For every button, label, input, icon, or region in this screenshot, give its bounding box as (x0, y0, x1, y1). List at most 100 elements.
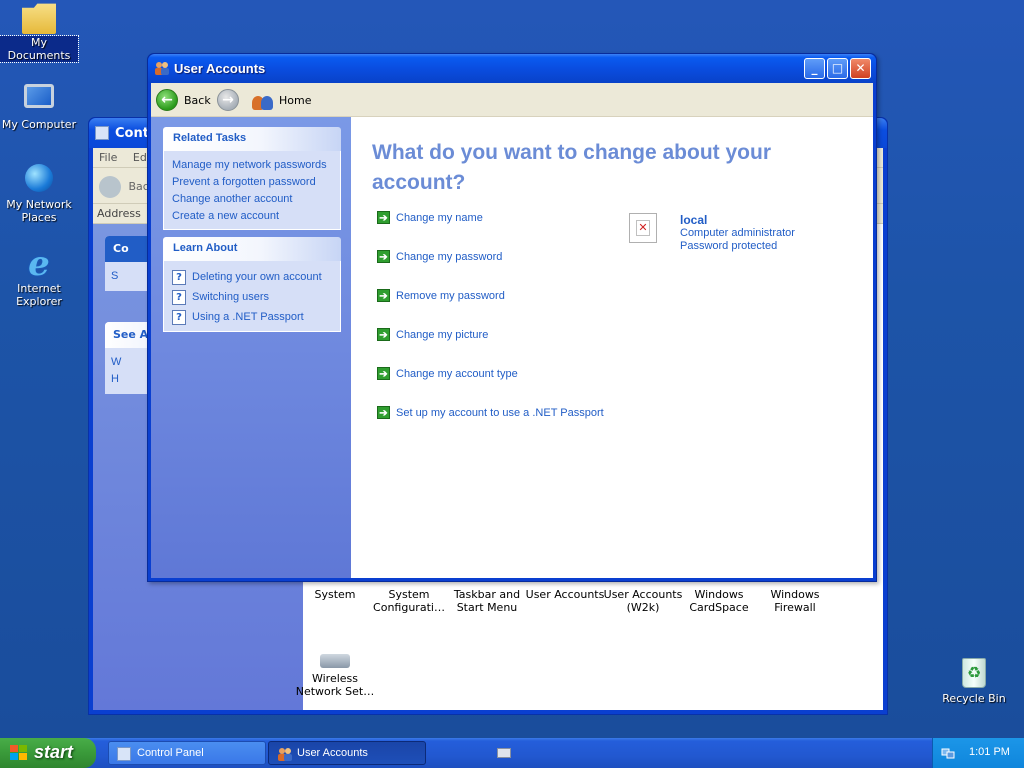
desktop-icon-internet-explorer[interactable]: e Internet Explorer (0, 244, 78, 308)
green-arrow-icon: ➔ (377, 211, 390, 224)
green-arrow-icon: ➔ (377, 289, 390, 302)
cp-item-label: User Accounts (W2k) (603, 588, 683, 614)
cp-item-firewall[interactable]: Windows Firewall (755, 588, 835, 614)
learn-deleting-account[interactable]: ? Deleting your own account (172, 267, 332, 287)
home-users-icon (252, 90, 274, 110)
recycle-bin-icon: ♻ (957, 658, 991, 690)
minimize-button[interactable]: _ (804, 58, 825, 79)
account-picture: ✕ (629, 213, 657, 243)
desktop-icon-my-documents[interactable]: My Documents (0, 2, 79, 63)
action-remove-password[interactable]: ➔ Remove my password (377, 289, 505, 302)
action-label: Change my name (396, 211, 483, 224)
network-globe-icon (22, 164, 56, 196)
cp-item-user-accounts[interactable]: User Accounts (525, 588, 605, 601)
task-change-another-account[interactable]: Change another account (172, 191, 332, 208)
folder-icon (22, 3, 56, 34)
taskbar-button-label: User Accounts (297, 747, 368, 759)
user-accounts-window[interactable]: User Accounts _ □ ✕ ← Back → Home Relate… (147, 53, 877, 582)
cp-item-system-configuration[interactable]: System Configurati… (369, 588, 449, 614)
task-prevent-forgotten-password[interactable]: Prevent a forgotten password (172, 174, 332, 191)
user-accounts-main: What do you want to change about your ac… (351, 117, 873, 578)
desktop-icon-my-computer[interactable]: My Computer (0, 84, 78, 131)
user-accounts-titlebar[interactable]: User Accounts _ □ ✕ (148, 54, 876, 83)
user-accounts-toolbar: ← Back → Home (151, 83, 873, 117)
cp-item-system[interactable]: System (295, 588, 375, 601)
desktop-icon-my-network-places[interactable]: My Network Places (0, 164, 78, 224)
task-sidebar: Related Tasks Manage my network password… (151, 117, 351, 578)
desktop-icon-recycle-bin[interactable]: ♻ Recycle Bin (935, 658, 1013, 705)
task-manage-network-passwords[interactable]: Manage my network passwords (172, 157, 332, 174)
cp-item-taskbar[interactable]: Taskbar and Start Menu (447, 588, 527, 614)
desktop-icon-label: My Network Places (6, 198, 72, 224)
forward-button[interactable]: → (217, 88, 245, 112)
taskbar: start Control Panel User Accounts 1:01 P… (0, 738, 1024, 768)
home-label: Home (279, 93, 312, 107)
action-setup-net-passport[interactable]: ➔ Set up my account to use a .NET Passpo… (377, 406, 604, 419)
learn-item-label: Deleting your own account (192, 270, 322, 283)
desktop-icon-label: My Documents (0, 35, 79, 63)
account-type: Computer administrator (680, 227, 795, 239)
action-change-picture[interactable]: ➔ Change my picture (377, 328, 488, 341)
control-panel-icon (117, 747, 131, 761)
desktop-icon-label: My Computer (1, 118, 77, 131)
learn-switching-users[interactable]: ? Switching users (172, 287, 332, 307)
desktop-icon-label: Recycle Bin (942, 692, 1006, 705)
user-accounts-icon (277, 747, 292, 761)
control-panel-items: System System Configurati… Taskbar and S… (296, 588, 883, 710)
help-icon: ? (172, 269, 186, 285)
cp-item-wireless-network[interactable]: Wireless Network Set… (295, 644, 375, 698)
broken-image-icon: ✕ (636, 220, 650, 236)
action-label: Change my account type (396, 367, 518, 380)
help-icon: ? (172, 289, 186, 305)
account-card: ✕ local Computer administrator Password … (629, 213, 829, 263)
related-tasks-body: Manage my network passwords Prevent a fo… (163, 151, 341, 230)
keyboard-icon[interactable] (497, 748, 511, 758)
taskbar-button-user-accounts[interactable]: User Accounts (268, 741, 426, 765)
page-title: What do you want to change about your ac… (372, 141, 771, 194)
close-button[interactable]: ✕ (850, 58, 871, 79)
back-arrow-icon[interactable] (99, 176, 121, 198)
control-panel-back-label[interactable]: Bac (129, 180, 149, 193)
menu-edit[interactable]: Ed (133, 151, 147, 164)
network-tray-icon[interactable] (941, 746, 955, 760)
green-arrow-icon: ➔ (377, 406, 390, 419)
internet-explorer-icon: e (28, 244, 50, 284)
taskbar-button-label: Control Panel (137, 747, 204, 759)
user-accounts-icon (154, 61, 170, 75)
home-button[interactable]: Home (252, 88, 311, 112)
system-tray: 1:01 PM (932, 738, 1024, 768)
cp-item-cardspace[interactable]: Windows CardSpace (679, 588, 759, 614)
back-button[interactable]: ← Back (156, 88, 211, 112)
cp-item-label: Windows Firewall (770, 588, 820, 614)
action-label: Change my password (396, 250, 503, 263)
learn-net-passport[interactable]: ? Using a .NET Passport (172, 307, 332, 327)
menu-file[interactable]: File (99, 151, 117, 164)
cp-item-user-accounts-w2k[interactable]: User Accounts (W2k) (603, 588, 683, 614)
action-label: Remove my password (396, 289, 505, 302)
taskbar-button-control-panel[interactable]: Control Panel (108, 741, 266, 765)
start-label: start (34, 742, 74, 762)
related-tasks-heading: Related Tasks (163, 127, 341, 151)
start-button[interactable]: start (0, 738, 96, 768)
cp-item-label: Taskbar and Start Menu (453, 588, 521, 614)
cp-item-label: Windows CardSpace (689, 588, 749, 614)
control-panel-icon (95, 126, 109, 140)
green-arrow-icon: ➔ (377, 367, 390, 380)
user-accounts-body: ← Back → Home Related Tasks Manage my ne… (151, 83, 873, 578)
task-create-new-account[interactable]: Create a new account (172, 208, 332, 225)
help-icon: ? (172, 309, 186, 325)
action-change-password[interactable]: ➔ Change my password (377, 250, 502, 263)
address-label: Address (97, 207, 141, 220)
action-change-name[interactable]: ➔ Change my name (377, 211, 483, 224)
action-change-account-type[interactable]: ➔ Change my account type (377, 367, 518, 380)
action-label: Change my picture (396, 328, 489, 341)
learn-item-label: Using a .NET Passport (192, 310, 304, 323)
maximize-button[interactable]: □ (827, 58, 848, 79)
account-name: local (680, 213, 708, 227)
windows-logo-icon (10, 745, 28, 761)
back-arrow-icon: ← (156, 89, 178, 111)
clock[interactable]: 1:01 PM (969, 746, 1010, 758)
cp-item-label: System Configurati… (373, 588, 445, 614)
wireless-network-icon (320, 654, 350, 668)
computer-icon (22, 84, 56, 116)
